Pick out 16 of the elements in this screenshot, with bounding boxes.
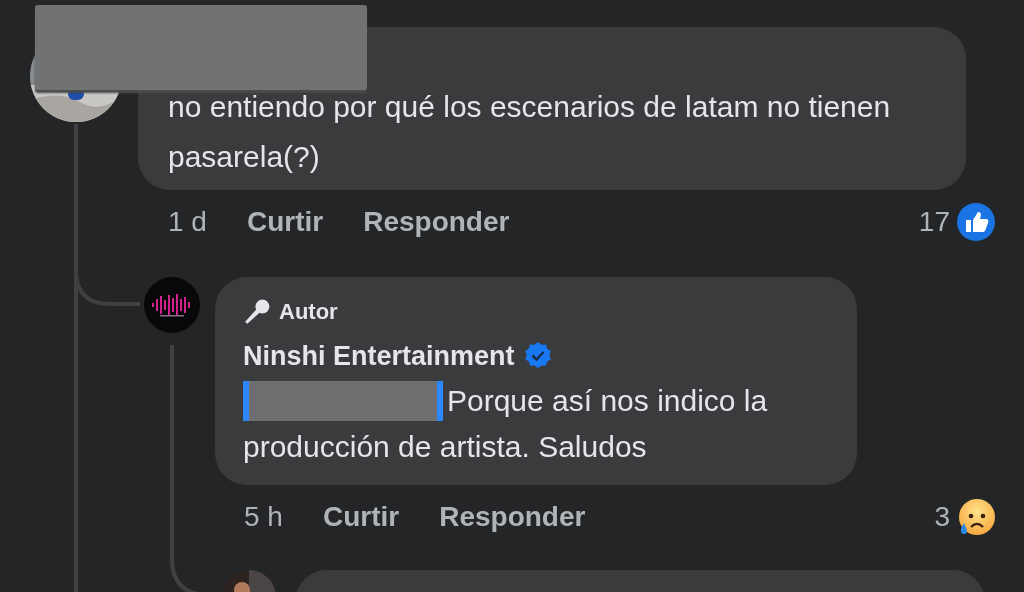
comment-time: 5 h [244,501,283,533]
reaction-count: 17 [918,206,950,238]
comment-time: 1 d [168,206,207,238]
microphone-icon [243,298,271,326]
author-name[interactable]: Ninshi Entertainment [243,340,515,372]
reply-text: Porque así nos indico la producción de artista. Saludos [243,383,769,465]
comment-text: no entiendo por qué los escenarios de latam no tienen pasarela(?) [168,89,892,175]
action-link[interactable]: Responder [439,501,586,533]
action-link[interactable]: Curtir [322,501,400,533]
thumbs-up-icon [956,202,996,242]
logo-icon [144,277,200,333]
sad-face-icon [956,497,996,537]
action-link[interactable]: Curtir [246,206,324,238]
action-link[interactable]: Responder [363,206,510,238]
reaction-count: 3 [934,501,950,533]
author-label: Autor [279,299,338,325]
